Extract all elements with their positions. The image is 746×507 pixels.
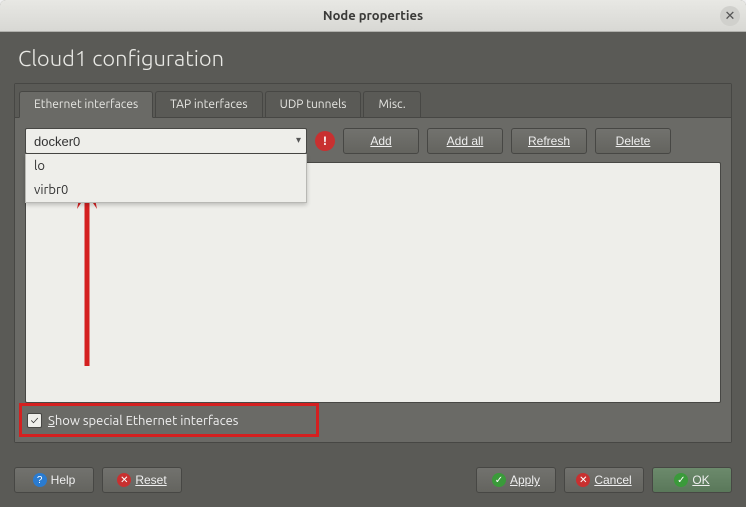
show-special-checkbox-row[interactable]: ✓ Show special Ethernet interfaces [25,409,721,432]
check-icon: ✓ [674,473,688,487]
show-special-label: Show special Ethernet interfaces [48,414,238,428]
ok-button[interactable]: ✓ OK [652,467,732,493]
x-icon: ✕ [117,473,131,487]
add-button[interactable]: Add [343,128,419,154]
dialog-window: Node properties ✕ Cloud1 configuration E… [0,0,746,507]
delete-button[interactable]: Delete [595,128,671,154]
window-title: Node properties [323,9,423,23]
tab-misc[interactable]: Misc. [363,91,420,118]
reset-button[interactable]: ✕ Reset [102,467,182,493]
group-frame: Ethernet interfaces TAP interfaces UDP t… [14,83,732,443]
tab-bar: Ethernet interfaces TAP interfaces UDP t… [15,84,731,117]
tab-ethernet-interfaces[interactable]: Ethernet interfaces [19,91,153,118]
close-icon: ✕ [725,9,736,24]
interface-combo-input[interactable] [25,128,307,154]
dialog-body: Cloud1 configuration Ethernet interfaces… [0,32,746,457]
interface-combo[interactable]: ▾ lo virbr0 [25,128,307,154]
tab-tap-interfaces[interactable]: TAP interfaces [155,91,262,118]
warning-icon: ! [315,131,335,151]
dialog-footer: ? Help ✕ Reset ✓ Apply ✕ Cancel ✓ OK [0,457,746,507]
window-close-button[interactable]: ✕ [720,6,740,26]
refresh-button[interactable]: Refresh [511,128,587,154]
combo-option-virbr0[interactable]: virbr0 [26,178,306,202]
cancel-button[interactable]: ✕ Cancel [564,467,644,493]
tab-udp-tunnels[interactable]: UDP tunnels [265,91,362,118]
titlebar: Node properties ✕ [0,0,746,32]
interface-combo-dropdown: lo virbr0 [25,154,307,203]
toolbar-row: ▾ lo virbr0 ! Add Add all Refresh Delete [25,128,721,154]
help-button[interactable]: ? Help [14,467,94,493]
x-icon: ✕ [576,473,590,487]
add-all-button[interactable]: Add all [427,128,503,154]
show-special-checkbox[interactable]: ✓ [27,413,42,428]
combo-option-lo[interactable]: lo [26,154,306,178]
tab-content: ▾ lo virbr0 ! Add Add all Refresh Delete [15,117,731,442]
group-title: Cloud1 configuration [14,46,732,71]
check-icon: ✓ [492,473,506,487]
help-icon: ? [33,473,47,487]
apply-button[interactable]: ✓ Apply [476,467,556,493]
